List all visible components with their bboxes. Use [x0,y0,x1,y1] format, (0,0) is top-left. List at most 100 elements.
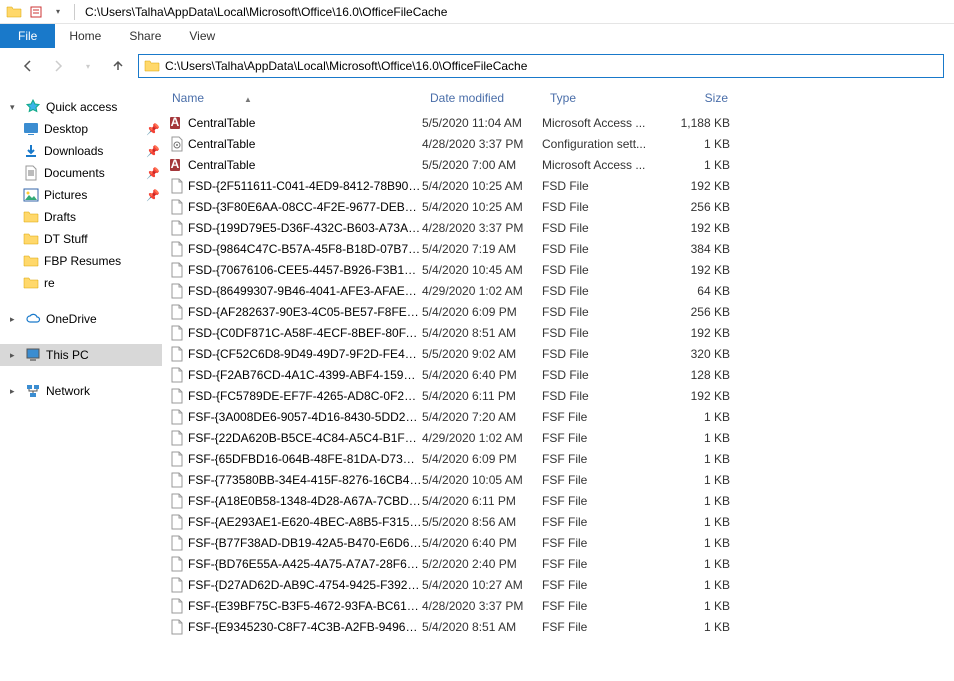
file-row[interactable]: FSF-{773580BB-34E4-415F-8276-16CB411...5… [162,469,954,490]
nav-desktop[interactable]: Desktop 📌 [0,118,162,140]
file-type-icon [168,514,186,530]
nav-fbp-resumes[interactable]: FBP Resumes [0,250,162,272]
file-type: FSF File [542,515,664,529]
column-headers: Name▲ Date modified Type Size [162,84,954,112]
file-row[interactable]: FSF-{AE293AE1-E620-4BEC-A8B5-F315C0...5/… [162,511,954,532]
col-type[interactable]: Type [540,91,662,105]
file-size: 1 KB [664,536,736,550]
recent-dropdown-icon[interactable]: ▾ [78,56,98,76]
file-row[interactable]: FSD-{C0DF871C-A58F-4ECF-8BEF-80FA3...5/4… [162,322,954,343]
file-size: 1 KB [664,452,736,466]
nav-pictures[interactable]: Pictures 📌 [0,184,162,206]
file-row[interactable]: CentralTable4/28/2020 3:37 PMConfigurati… [162,133,954,154]
file-type-icon [168,556,186,572]
file-type: FSD File [542,242,664,256]
up-button[interactable] [108,56,128,76]
file-type: FSF File [542,578,664,592]
file-row[interactable]: FSF-{BD76E55A-A425-4A75-A7A7-28F673...5/… [162,553,954,574]
folder-icon [22,253,40,269]
file-row[interactable]: FSD-{199D79E5-D36F-432C-B603-A73AE...4/2… [162,217,954,238]
file-row[interactable]: FSF-{3A008DE6-9057-4D16-8430-5DD2C9...5/… [162,406,954,427]
file-name: CentralTable [188,158,422,172]
ribbon-tabs: File Home Share View [0,24,954,48]
nav-documents[interactable]: Documents 📌 [0,162,162,184]
tab-view[interactable]: View [175,24,229,48]
nav-drafts[interactable]: Drafts [0,206,162,228]
col-date[interactable]: Date modified [420,91,540,105]
qat-properties-icon[interactable] [26,2,46,22]
file-row[interactable]: FSF-{E9345230-C8F7-4C3B-A2FB-9496F9...5/… [162,616,954,637]
file-row[interactable]: FSD-{9864C47C-B57A-45F8-B18D-07B719...5/… [162,238,954,259]
file-date: 4/28/2020 3:37 PM [422,599,542,613]
file-row[interactable]: CentralTable5/5/2020 7:00 AMMicrosoft Ac… [162,154,954,175]
chevron-right-icon[interactable]: ▸ [10,386,20,397]
back-button[interactable] [18,56,38,76]
address-input[interactable] [165,59,939,73]
address-bar[interactable] [138,54,944,78]
nav-network[interactable]: ▸ Network [0,380,162,402]
file-row[interactable]: FSD-{70676106-CEE5-4457-B926-F3B1356...5… [162,259,954,280]
file-date: 5/4/2020 6:40 PM [422,536,542,550]
file-row[interactable]: FSD-{86499307-9B46-4041-AFE3-AFAEBD...4/… [162,280,954,301]
file-type: FSD File [542,200,664,214]
file-size: 320 KB [664,347,736,361]
file-name: FSF-{E9345230-C8F7-4C3B-A2FB-9496F9... [188,620,422,634]
file-type: Microsoft Access ... [542,158,664,172]
tab-home[interactable]: Home [55,24,115,48]
file-row[interactable]: FSF-{D27AD62D-AB9C-4754-9425-F3921...5/4… [162,574,954,595]
file-type: FSF File [542,452,664,466]
file-row[interactable]: FSF-{65DFBD16-064B-48FE-81DA-D73FE1...5/… [162,448,954,469]
nav-quick-access[interactable]: ▾ Quick access [0,96,162,118]
file-name: FSD-{CF52C6D8-9D49-49D7-9F2D-FE4331... [188,347,422,361]
qat-dropdown-icon[interactable]: ▾ [48,2,68,22]
file-row[interactable]: FSF-{22DA620B-B5CE-4C84-A5C4-B1F36...4/2… [162,427,954,448]
col-name[interactable]: Name▲ [162,91,420,105]
file-type: FSF File [542,473,664,487]
file-type-icon [168,577,186,593]
file-row[interactable]: FSF-{E39BF75C-B3F5-4672-93FA-BC617D...4/… [162,595,954,616]
nav-dt-stuff[interactable]: DT Stuff [0,228,162,250]
chevron-right-icon[interactable]: ▸ [10,350,20,361]
nav-this-pc[interactable]: ▸ This PC [0,344,162,366]
file-type: FSD File [542,368,664,382]
file-type-icon [168,472,186,488]
file-row[interactable]: FSD-{FC5789DE-EF7F-4265-AD8C-0F2DF1...5/… [162,385,954,406]
tab-file[interactable]: File [0,24,55,48]
file-row[interactable]: FSD-{F2AB76CD-4A1C-4399-ABF4-1594C...5/4… [162,364,954,385]
forward-button[interactable] [48,56,68,76]
col-size[interactable]: Size [662,91,734,105]
file-type-icon [168,178,186,194]
file-list-pane: Name▲ Date modified Type Size CentralTab… [162,84,954,681]
file-row[interactable]: FSD-{CF52C6D8-9D49-49D7-9F2D-FE4331...5/… [162,343,954,364]
file-type: FSD File [542,326,664,340]
file-type-icon [168,157,186,173]
folder-icon [22,209,40,225]
document-icon [22,165,40,181]
file-size: 64 KB [664,284,736,298]
file-row[interactable]: FSD-{AF282637-90E3-4C05-BE57-F8FE734...5… [162,301,954,322]
chevron-right-icon[interactable]: ▸ [10,314,20,325]
chevron-down-icon[interactable]: ▾ [10,102,20,113]
file-name: FSF-{E39BF75C-B3F5-4672-93FA-BC617D... [188,599,422,613]
nav-onedrive[interactable]: ▸ OneDrive [0,308,162,330]
file-size: 192 KB [664,326,736,340]
pictures-icon [22,187,40,203]
nav-downloads[interactable]: Downloads 📌 [0,140,162,162]
file-date: 5/4/2020 6:40 PM [422,368,542,382]
file-type-icon [168,262,186,278]
file-row[interactable]: FSD-{2F511611-C041-4ED9-8412-78B9027...5… [162,175,954,196]
file-date: 4/29/2020 1:02 AM [422,284,542,298]
file-type: FSF File [542,536,664,550]
file-row[interactable]: FSF-{A18E0B58-1348-4D28-A67A-7CBD34...5/… [162,490,954,511]
file-date: 5/2/2020 2:40 PM [422,557,542,571]
nav-re[interactable]: re [0,272,162,294]
folder-icon [22,231,40,247]
file-row[interactable]: FSD-{3F80E6AA-08CC-4F2E-9677-DEB977...5/… [162,196,954,217]
tab-share[interactable]: Share [115,24,175,48]
file-row[interactable]: FSF-{B77F38AD-DB19-42A5-B470-E6D6C...5/4… [162,532,954,553]
file-type: Microsoft Access ... [542,116,664,130]
file-size: 192 KB [664,221,736,235]
file-name: FSD-{FC5789DE-EF7F-4265-AD8C-0F2DF1... [188,389,422,403]
file-row[interactable]: CentralTable5/5/2020 11:04 AMMicrosoft A… [162,112,954,133]
file-type-icon [168,535,186,551]
